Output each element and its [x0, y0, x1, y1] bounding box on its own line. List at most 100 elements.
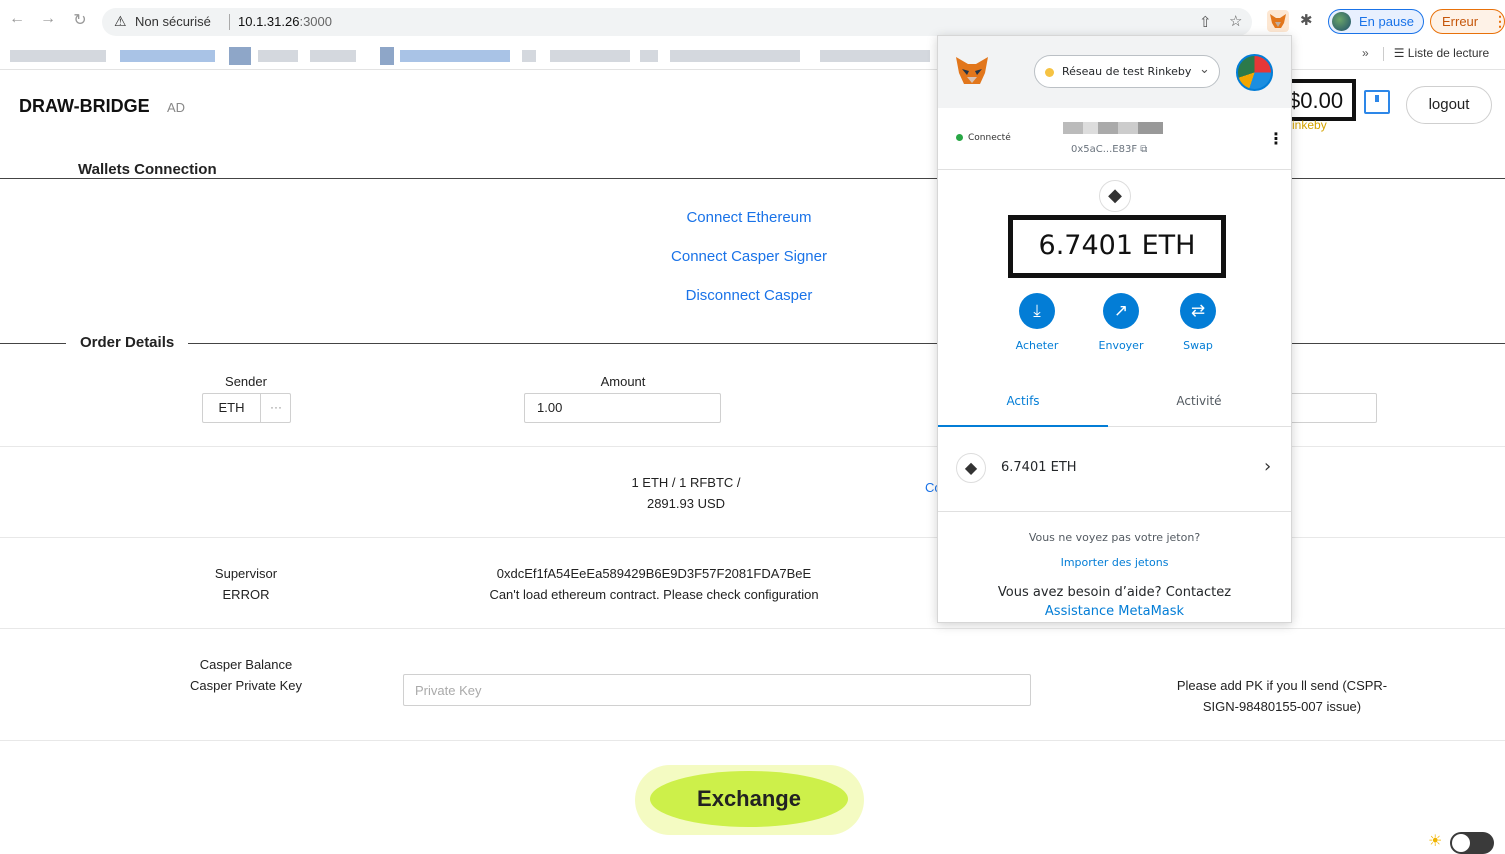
share-icon[interactable]: ⇧ — [1199, 13, 1212, 31]
bookmark-item[interactable] — [10, 50, 106, 62]
profile-pause-button[interactable]: En pause — [1328, 9, 1424, 34]
ethereum-icon: ◆ — [1099, 180, 1131, 212]
asset-name: 6.7401 ETH — [1001, 460, 1077, 475]
swap-label[interactable]: Swap — [1163, 339, 1233, 352]
profile-avatar — [1332, 12, 1351, 31]
wallet-icon[interactable] — [1364, 90, 1390, 114]
connected-label: Connecté — [968, 133, 1011, 143]
update-error-button[interactable]: Erreur ⋮ — [1430, 9, 1505, 34]
buy-icon[interactable]: ⤓ — [1019, 293, 1055, 329]
forward-arrow-icon[interactable]: → — [37, 10, 59, 28]
url-port: :3000 — [299, 14, 332, 29]
bookmark-item[interactable] — [522, 50, 536, 62]
private-key-input[interactable] — [403, 674, 1031, 706]
connect-casper-signer-link[interactable]: Connect Casper Signer — [600, 248, 898, 265]
reload-icon[interactable]: ↻ — [69, 10, 91, 30]
amount-label: Amount — [600, 374, 646, 389]
account-avatar[interactable] — [1236, 54, 1273, 91]
supervisor-label: Supervisor — [214, 566, 278, 581]
sender-value[interactable]: ETH — [203, 394, 261, 422]
account-address-text: 0x5aC...E83F — [1071, 144, 1138, 155]
send-label[interactable]: Envoyer — [1086, 339, 1156, 352]
chevron-right-icon[interactable]: › — [1264, 456, 1271, 477]
connected-dot — [956, 134, 963, 141]
connection-status[interactable]: Connecté — [956, 133, 1011, 143]
supervisor-address: 0xdcEf1fA54EeEa589429B6E9D3F57F2081FDA7B… — [496, 566, 812, 581]
sender-more-button[interactable]: ··· — [261, 394, 291, 422]
tab-activity[interactable]: Activité — [1114, 389, 1284, 427]
amount-input[interactable]: 1.00 — [524, 393, 721, 423]
rate-line-1: 1 ETH / 1 RFBTC / — [631, 475, 741, 490]
extensions-icon[interactable]: ✱ — [1300, 11, 1313, 29]
url-host: 10.1.31.26 — [238, 14, 300, 29]
bookmark-item[interactable] — [229, 47, 251, 65]
sun-icon: ☀ — [1428, 833, 1443, 850]
bookmark-separator — [1382, 46, 1384, 61]
ethereum-icon: ◆ — [956, 453, 986, 483]
app-brand: DRAW-BRIDGE — [19, 96, 150, 116]
network-name: Réseau de test Rinkeby — [1062, 65, 1192, 78]
bookmark-star-icon[interactable]: ☆ — [1229, 12, 1242, 30]
network-hint: inkeby — [1292, 118, 1327, 132]
sender-select[interactable]: ETH ··· — [202, 393, 291, 423]
swap-icon[interactable]: ⇄ — [1180, 293, 1216, 329]
security-label[interactable]: Non sécurisé — [135, 14, 211, 29]
brand-badge: AD — [167, 100, 186, 115]
send-button[interactable]: ↗ Envoyer — [1086, 293, 1156, 352]
buy-label[interactable]: Acheter — [1002, 339, 1072, 352]
pause-label: En pause — [1359, 14, 1414, 29]
row-divider — [0, 628, 1505, 629]
toggle-knob[interactable] — [1452, 834, 1470, 852]
metamask-fox-icon — [956, 57, 988, 84]
account-options-icon[interactable]: ⋮ — [1268, 129, 1284, 148]
sender-label: Sender — [225, 374, 267, 389]
support-link[interactable]: Assistance MetaMask — [938, 604, 1291, 619]
bookmark-item[interactable] — [640, 50, 658, 62]
menu-dots-icon[interactable]: ⋮ — [1493, 13, 1505, 30]
copy-icon[interactable]: ⧉ — [1140, 144, 1147, 155]
casper-balance-label: Casper Balance — [199, 657, 293, 672]
metamask-fox-icon[interactable] — [1267, 10, 1289, 32]
logout-button[interactable]: logout — [1406, 86, 1492, 124]
receiver-input[interactable] — [1290, 393, 1377, 423]
bookmark-item[interactable] — [120, 50, 215, 62]
back-arrow-icon[interactable]: ← — [6, 10, 28, 28]
account-address[interactable]: 0x5aC...E83F ⧉ — [1071, 144, 1147, 155]
exchange-button[interactable]: Exchange — [650, 771, 848, 827]
warning-icon[interactable]: ⚠ — [114, 13, 127, 30]
reading-list-button[interactable]: » ☰ Liste de lecture — [1362, 46, 1489, 61]
import-tokens-link[interactable]: Importer des jetons — [938, 556, 1291, 569]
send-icon[interactable]: ↗ — [1103, 293, 1139, 329]
no-token-text: Vous ne voyez pas votre jeton? — [1028, 531, 1201, 544]
address-separator — [229, 14, 230, 30]
bookmark-item[interactable] — [550, 50, 630, 62]
bookmark-item[interactable] — [400, 50, 510, 62]
tab-assets[interactable]: Actifs — [938, 389, 1108, 427]
url-text[interactable]: 10.1.31.26:3000 — [238, 14, 332, 29]
reading-list-icon: ☰ — [1393, 46, 1405, 60]
address-bar[interactable]: ⚠ Non sécurisé 10.1.31.26:3000 ⇧ ☆ — [102, 8, 1252, 36]
bookmark-item[interactable] — [258, 50, 298, 62]
supervisor-error: Can't load ethereum contract. Please che… — [489, 587, 819, 602]
network-selector[interactable]: Réseau de test Rinkeby ⌄ — [1034, 55, 1220, 88]
metamask-popup: Réseau de test Rinkeby ⌄ Connecté 0x5aC.… — [937, 35, 1292, 623]
account-name[interactable] — [1063, 122, 1163, 134]
bookmark-item[interactable] — [380, 47, 394, 65]
swap-button[interactable]: ⇄ Swap — [1163, 293, 1233, 352]
bookmark-item[interactable] — [820, 50, 930, 62]
bookmark-item[interactable] — [310, 50, 356, 62]
buy-button[interactable]: ⤓ Acheter — [1002, 293, 1072, 352]
pk-note-line-1: Please add PK if you ll send (CSPR- — [1176, 678, 1388, 693]
order-section-title: Order Details — [66, 334, 189, 351]
divider — [938, 169, 1291, 170]
disconnect-casper-link[interactable]: Disconnect Casper — [600, 287, 898, 304]
asset-row[interactable]: ◆ 6.7401 ETH › — [938, 428, 1291, 512]
connect-ethereum-link[interactable]: Connect Ethereum — [600, 209, 898, 226]
more-bookmarks-icon[interactable]: » — [1362, 46, 1369, 60]
bookmark-item[interactable] — [670, 50, 800, 62]
chevron-down-icon: ⌄ — [1199, 62, 1210, 77]
metamask-header: Réseau de test Rinkeby ⌄ — [938, 36, 1291, 108]
row-divider — [0, 740, 1505, 741]
theme-toggle[interactable]: ☀ — [1428, 830, 1498, 854]
metamask-balance: 6.7401 ETH — [1008, 215, 1226, 278]
